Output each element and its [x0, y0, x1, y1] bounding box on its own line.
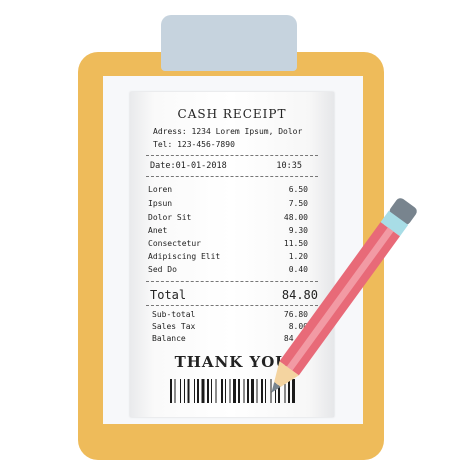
- pencil-stripe: [286, 227, 394, 371]
- pencil-icon: [271, 198, 417, 393]
